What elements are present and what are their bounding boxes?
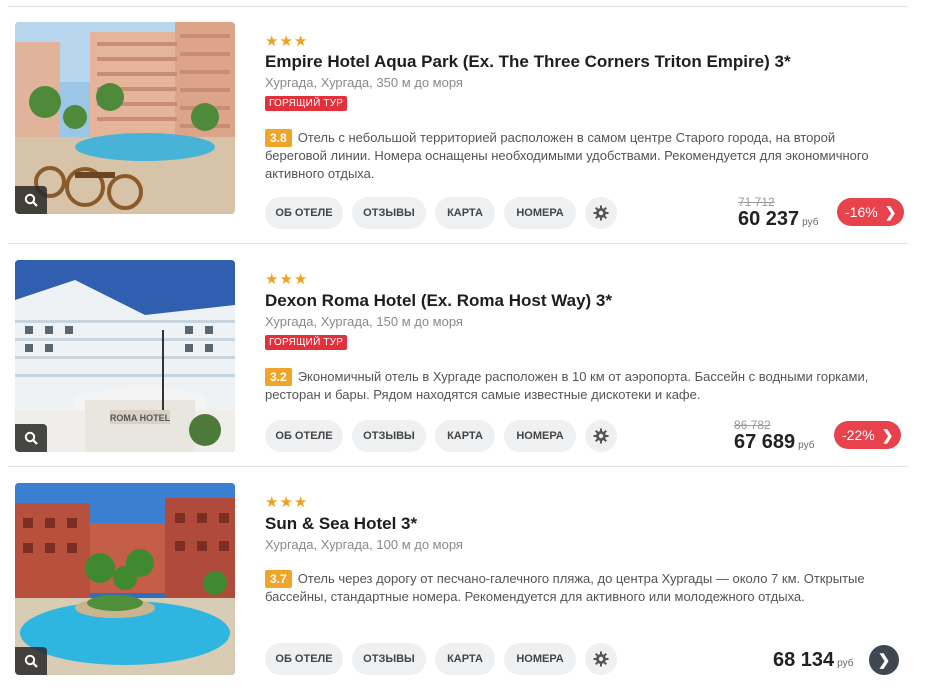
price-value: 60 237 — [738, 208, 800, 230]
map-button[interactable]: КАРТА — [435, 197, 495, 229]
description-text: Отель через дорогу от песчано-галечного … — [265, 571, 865, 604]
star-rating: ★★★ — [265, 494, 309, 511]
chevron-right-icon: ❯ — [884, 203, 897, 220]
hotel-photo[interactable] — [15, 483, 235, 675]
settings-button[interactable] — [585, 643, 617, 675]
price-value: 68 134 — [773, 649, 835, 671]
description-text: Отель с небольшой территорией расположен… — [265, 130, 869, 181]
reviews-button[interactable]: ОТЗЫВЫ — [352, 420, 426, 452]
old-price: 71 712 — [738, 195, 775, 209]
hotel-list: ★★★ Empire Hotel Aqua Park (Ex. The Thre… — [0, 0, 949, 689]
about-hotel-button[interactable]: ОБ ОТЕЛЕ — [265, 420, 343, 452]
discount-button[interactable]: -22% ❯ — [834, 421, 902, 449]
hotel-location: Хургада, Хургада, 350 м до моря — [265, 75, 463, 90]
reviews-button[interactable]: ОТЗЫВЫ — [352, 197, 426, 229]
description-text: Экономичный отель в Хургаде расположен в… — [265, 369, 869, 402]
hotel-description: 3.2 Экономичный отель в Хургаде расположе… — [265, 368, 895, 404]
settings-button[interactable] — [585, 197, 617, 229]
rating-badge: 3.8 — [265, 129, 292, 147]
currency: руб — [798, 440, 815, 451]
currency: руб — [802, 217, 819, 228]
hotel-photo[interactable]: ROMA HOTEL — [15, 260, 235, 452]
price-value: 67 689 — [734, 431, 796, 453]
hotel-name[interactable]: Sun & Sea Hotel 3* — [265, 514, 417, 534]
hotel-location: Хургада, Хургада, 100 м до моря — [265, 537, 463, 552]
hotel-location: Хургада, Хургада, 150 м до моря — [265, 314, 463, 329]
zoom-button[interactable] — [15, 647, 47, 675]
about-hotel-button[interactable]: ОБ ОТЕЛЕ — [265, 197, 343, 229]
hotel-name[interactable]: Empire Hotel Aqua Park (Ex. The Three Co… — [265, 52, 791, 72]
star-rating: ★★★ — [265, 271, 309, 288]
zoom-button[interactable] — [15, 186, 47, 214]
divider — [8, 243, 908, 244]
map-button[interactable]: КАРТА — [435, 643, 495, 675]
svg-text:ROMA HOTEL: ROMA HOTEL — [110, 413, 171, 423]
rooms-button[interactable]: НОМЕРА — [504, 197, 576, 229]
chevron-right-icon: ❯ — [881, 426, 894, 443]
price: 60 237 руб — [738, 208, 818, 231]
rooms-button[interactable]: НОМЕРА — [504, 420, 576, 452]
zoom-button[interactable] — [15, 424, 47, 452]
chevron-right-icon: ❯ — [877, 652, 891, 669]
about-hotel-button[interactable]: ОБ ОТЕЛЕ — [265, 643, 343, 675]
divider — [8, 466, 908, 467]
map-button[interactable]: КАРТА — [435, 420, 495, 452]
magnifier-icon — [24, 193, 38, 207]
discount-value: -22% — [842, 427, 875, 443]
gear-icon — [593, 205, 609, 221]
reviews-button[interactable]: ОТЗЫВЫ — [352, 643, 426, 675]
hotel-description: 3.8 Отель с небольшой территорией располо… — [265, 129, 895, 183]
gear-icon — [593, 428, 609, 444]
star-rating: ★★★ — [265, 33, 309, 50]
rating-badge: 3.2 — [265, 368, 292, 386]
divider — [8, 6, 908, 7]
magnifier-icon — [24, 654, 38, 668]
gear-icon — [593, 651, 609, 667]
discount-value: -16% — [845, 204, 878, 220]
open-hotel-button[interactable]: ❯ — [869, 645, 899, 675]
price: 68 134 руб — [773, 649, 853, 672]
settings-button[interactable] — [585, 420, 617, 452]
hotel-photo[interactable] — [15, 22, 235, 214]
old-price: 86 782 — [734, 418, 771, 432]
hot-tour-badge: ГОРЯЩИЙ ТУР — [265, 96, 348, 111]
price: 67 689 руб — [734, 431, 814, 454]
hotel-name[interactable]: Dexon Roma Hotel (Ex. Roma Host Way) 3* — [265, 291, 612, 311]
rating-badge: 3.7 — [265, 570, 292, 588]
hotel-description: 3.7 Отель через дорогу от песчано-галечно… — [265, 570, 895, 606]
discount-button[interactable]: -16% ❯ — [837, 198, 905, 226]
magnifier-icon — [24, 431, 38, 445]
hot-tour-badge: ГОРЯЩИЙ ТУР — [265, 335, 348, 350]
rooms-button[interactable]: НОМЕРА — [504, 643, 576, 675]
currency: руб — [837, 658, 854, 669]
